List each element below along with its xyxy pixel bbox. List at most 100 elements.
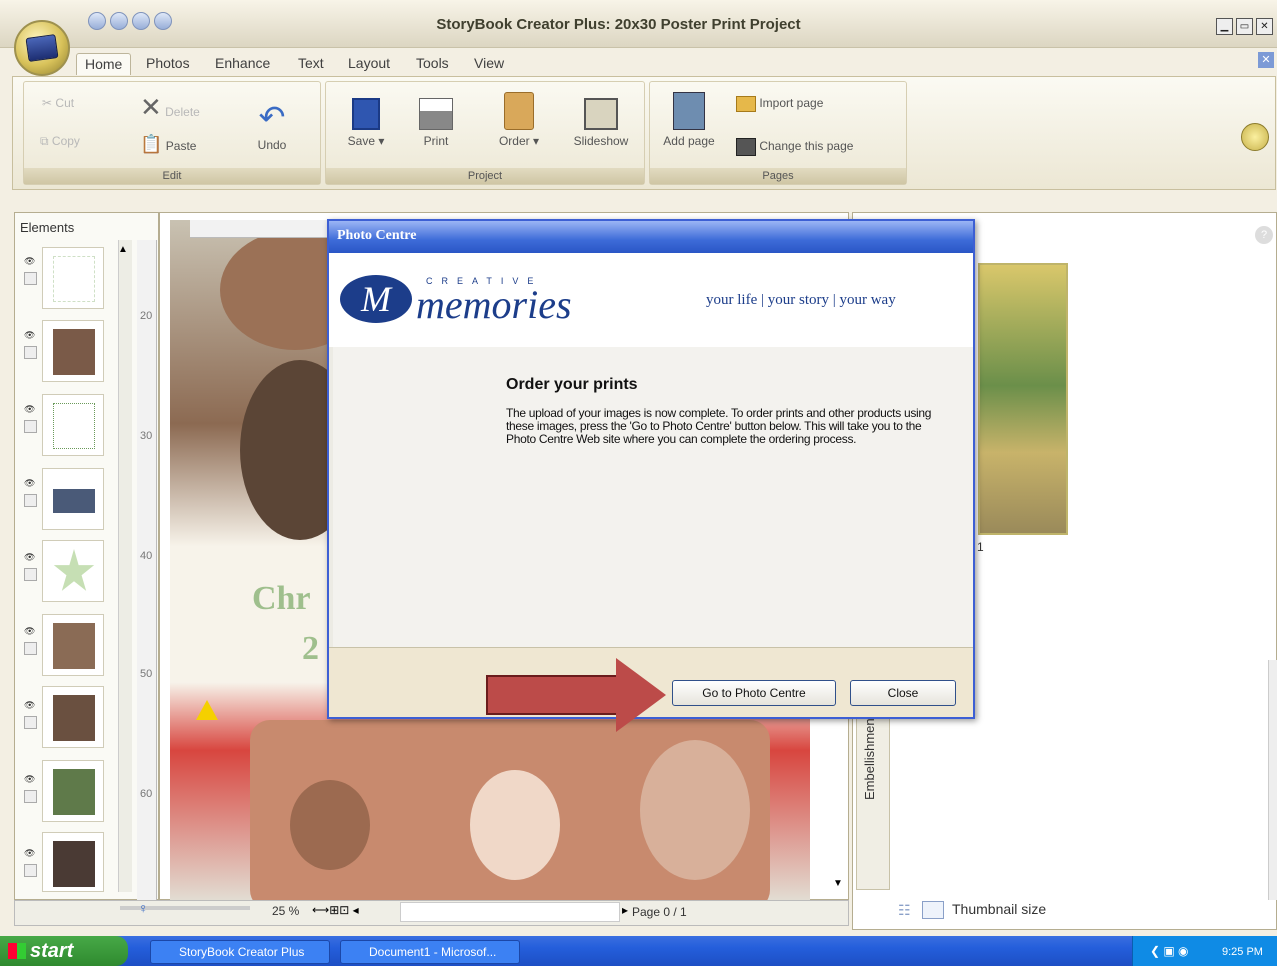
- element-thumb-photo[interactable]: [42, 614, 104, 676]
- application-menu-button[interactable]: [14, 20, 70, 76]
- go-to-photo-centre-button[interactable]: Go to Photo Centre: [672, 680, 836, 706]
- element-thumb-text[interactable]: [42, 247, 104, 309]
- tab-text[interactable]: Text: [290, 53, 332, 75]
- visibility-eye-icon[interactable]: 👁: [24, 700, 38, 710]
- import-page-button[interactable]: Import page: [736, 96, 823, 112]
- ribbon-close-icon[interactable]: ✕: [1258, 52, 1274, 68]
- paste-icon: 📋: [140, 134, 163, 154]
- zoom-slider-handle[interactable]: ♀: [138, 900, 149, 916]
- lock-icon[interactable]: [24, 790, 37, 803]
- photo-blob: [640, 740, 750, 880]
- tab-home[interactable]: Home: [76, 53, 132, 75]
- visibility-eye-icon[interactable]: 👁: [24, 256, 38, 266]
- lock-icon[interactable]: [24, 642, 37, 655]
- floppy-disk-icon: [352, 98, 380, 130]
- element-thumb-photo[interactable]: [42, 686, 104, 748]
- clock: 9:25 PM: [1222, 946, 1263, 958]
- close-window-button[interactable]: ✕: [1256, 18, 1273, 35]
- list-view-icon[interactable]: ☷: [898, 902, 911, 919]
- page-thumbnail[interactable]: [978, 263, 1068, 535]
- elements-panel-title: Elements: [20, 220, 75, 235]
- print-button[interactable]: Print: [416, 98, 456, 148]
- tray-icons[interactable]: ❮ ▣ ◉: [1150, 944, 1189, 958]
- taskbar-item-document[interactable]: Document1 - Microsof...: [340, 940, 520, 964]
- tab-view[interactable]: View: [466, 53, 512, 75]
- printer-icon: [419, 98, 453, 130]
- ruler-vertical: 20 30 40 50 60: [137, 240, 157, 900]
- lock-icon[interactable]: [24, 420, 37, 433]
- dialog-tagline: your life | your story | your way: [706, 292, 896, 308]
- add-page-button[interactable]: Add page: [658, 92, 720, 148]
- dialog-title: Photo Centre: [329, 221, 973, 253]
- thumbnail-size-label[interactable]: Thumbnail size: [952, 901, 1046, 917]
- cut-button[interactable]: ✂ Cut: [42, 96, 74, 110]
- minimize-button[interactable]: ▁: [1216, 18, 1233, 35]
- visibility-eye-icon[interactable]: 👁: [24, 552, 38, 562]
- visibility-eye-icon[interactable]: 👁: [24, 626, 38, 636]
- dialog-body: [333, 347, 973, 647]
- scroll-down-icon[interactable]: ▼: [833, 878, 847, 892]
- save-button[interactable]: Save ▾: [336, 98, 396, 148]
- embellishments-tab-label: Embellishments: [862, 708, 877, 800]
- shopping-bag-icon: [504, 92, 534, 130]
- taskbar-item-storybook[interactable]: StoryBook Creator Plus: [150, 940, 330, 964]
- callout-arrow-head-icon: [616, 658, 666, 732]
- pages-group-label: Pages: [650, 168, 906, 184]
- callout-arrow: [486, 675, 626, 715]
- panel-help-icon[interactable]: ?: [1255, 226, 1273, 244]
- maximize-button[interactable]: ▭: [1236, 18, 1253, 35]
- element-thumb-photo[interactable]: [42, 760, 104, 822]
- windows-logo-icon: [8, 943, 26, 959]
- tab-photos[interactable]: Photos: [138, 53, 198, 75]
- tab-enhance[interactable]: Enhance: [207, 53, 278, 75]
- ribbon-tabs: Home Photos Enhance Text Layout Tools Vi…: [0, 48, 1277, 78]
- lock-icon[interactable]: [24, 864, 37, 877]
- elements-scrollbar[interactable]: [118, 240, 132, 892]
- page-next-icon[interactable]: ▸: [622, 903, 628, 917]
- element-thumb-photo[interactable]: [42, 832, 104, 892]
- order-button[interactable]: Order ▾: [484, 92, 554, 148]
- tab-layout[interactable]: Layout: [340, 53, 398, 75]
- slideshow-icon: [584, 98, 618, 130]
- poster-title-text[interactable]: Chr: [252, 580, 311, 618]
- undo-button[interactable]: ↶ Undo: [248, 100, 296, 152]
- dialog-message: The upload of your images is now complet…: [506, 406, 932, 446]
- lock-icon[interactable]: [24, 272, 37, 285]
- ribbon: ✂ Cut ⧉ Copy ✕ Delete 📋 Paste ↶ Undo Edit…: [12, 76, 1276, 190]
- poster-year-text[interactable]: 2: [302, 630, 319, 668]
- visibility-eye-icon[interactable]: 👁: [24, 774, 38, 784]
- pages-scrollbar[interactable]: [1268, 660, 1277, 900]
- tab-tools[interactable]: Tools: [408, 53, 457, 75]
- visibility-eye-icon[interactable]: 👁: [24, 478, 38, 488]
- copy-icon: ⧉: [40, 134, 49, 148]
- copy-button[interactable]: ⧉ Copy: [40, 134, 80, 149]
- lock-icon[interactable]: [24, 346, 37, 359]
- delete-button[interactable]: ✕ Delete: [140, 92, 200, 123]
- scroll-up-icon[interactable]: ▲: [118, 244, 128, 255]
- change-page-button[interactable]: Change this page: [736, 138, 853, 156]
- visibility-eye-icon[interactable]: 👁: [24, 404, 38, 414]
- slideshow-button[interactable]: Slideshow: [566, 98, 636, 148]
- element-thumb-star[interactable]: [42, 540, 104, 602]
- element-thumb-photo[interactable]: [42, 320, 104, 382]
- element-thumb-photo[interactable]: [42, 468, 104, 530]
- edit-group: ✂ Cut ⧉ Copy ✕ Delete 📋 Paste ↶ Undo Edit: [23, 81, 321, 185]
- photo-blob: [290, 780, 370, 870]
- help-icon[interactable]: [1241, 123, 1269, 151]
- page-thumbnail-number: 1: [977, 540, 984, 554]
- close-button[interactable]: Close: [850, 680, 956, 706]
- lock-icon[interactable]: [24, 494, 37, 507]
- change-page-icon: [736, 138, 756, 156]
- thumbnail-view-icon[interactable]: [922, 901, 944, 919]
- page-indicator: Page 0 / 1: [632, 905, 687, 919]
- element-thumb-swirl[interactable]: [42, 394, 104, 456]
- delete-x-icon: ✕: [140, 92, 162, 122]
- fit-buttons-icon[interactable]: ⟷⊞⊡ ◂: [312, 903, 359, 917]
- lock-icon[interactable]: [24, 568, 37, 581]
- visibility-eye-icon[interactable]: 👁: [24, 330, 38, 340]
- project-group: Save ▾ Print Order ▾ Slideshow Project: [325, 81, 645, 185]
- horizontal-scrollbar[interactable]: [400, 902, 620, 922]
- lock-icon[interactable]: [24, 716, 37, 729]
- visibility-eye-icon[interactable]: 👁: [24, 848, 38, 858]
- paste-button[interactable]: 📋 Paste: [140, 134, 196, 155]
